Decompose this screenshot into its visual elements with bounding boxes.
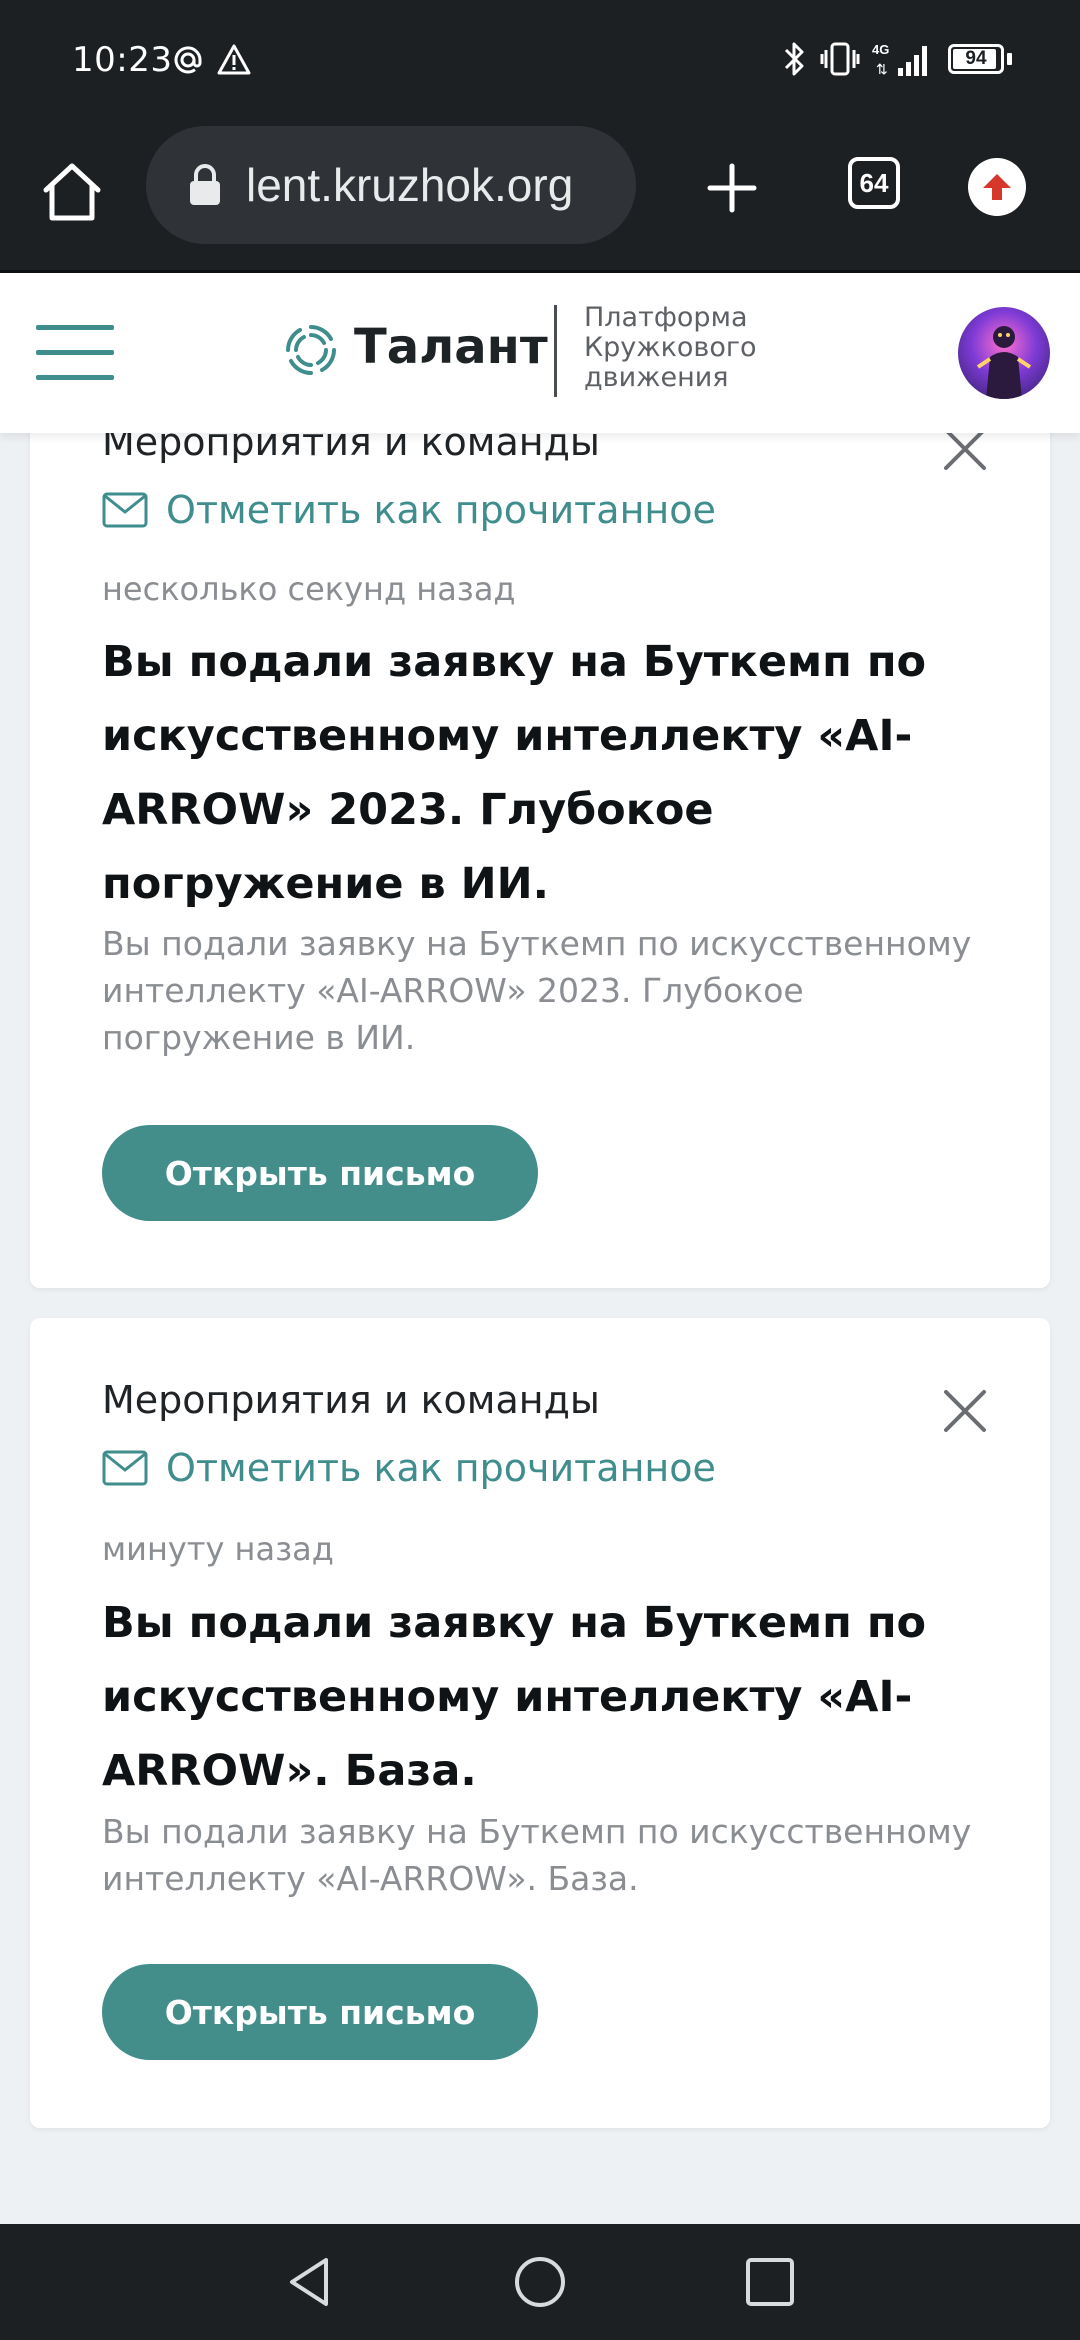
notification-card: Мероприятия и команды Отметить как прочи… xyxy=(30,380,1050,1288)
open-letter-label: Открыть письмо xyxy=(164,1153,476,1193)
notification-title: Вы подали заявку на Буткемп по искусстве… xyxy=(102,1598,927,1796)
update-arrow-icon xyxy=(983,174,1011,200)
signal-4g-icon: 4G ⇅ xyxy=(872,42,927,77)
tab-count: 64 xyxy=(859,167,889,198)
notification-time: минуту назад xyxy=(102,1530,334,1568)
notification-time: несколько секунд назад xyxy=(102,570,516,608)
battery-level: 94 xyxy=(965,48,987,69)
vibrate-icon xyxy=(820,42,860,76)
status-time: 10:23 xyxy=(72,40,173,80)
logo-tagline: Платформа Кружкового движения xyxy=(584,302,757,393)
notification-body: Вы подали заявку на Буткемп по искусстве… xyxy=(102,924,972,1057)
notification-card: Мероприятия и команды Отметить как прочи… xyxy=(30,1318,1050,2128)
site-header: Талант Платформа Кружкового движения xyxy=(0,273,1080,433)
url-text: lent.kruzhok.org xyxy=(246,159,574,211)
mark-as-read-link[interactable]: Отметить как прочитанное xyxy=(102,488,716,532)
status-right-icons: 4G ⇅ 94 xyxy=(782,40,1012,78)
battery-tip xyxy=(1007,53,1012,65)
at-sign-icon xyxy=(174,46,202,74)
lock-icon xyxy=(190,164,220,205)
talant-logo-icon[interactable] xyxy=(282,321,340,379)
browser-toolbar: lent.kruzhok.org 64 xyxy=(0,122,1080,273)
notification-title: Вы подали заявку на Буткемп по искусстве… xyxy=(102,637,927,909)
battery-icon: 94 xyxy=(948,44,1004,74)
mark-as-read-label: Отметить как прочитанное xyxy=(166,1446,716,1490)
status-bar: 10:23 4G ⇅ 94 xyxy=(0,0,1080,122)
home-icon[interactable] xyxy=(38,158,106,226)
svg-text:⇅: ⇅ xyxy=(876,61,888,77)
browser-update-button[interactable] xyxy=(968,158,1026,216)
open-letter-button[interactable]: Открыть письмо xyxy=(102,1125,538,1221)
recents-icon[interactable] xyxy=(742,2254,798,2310)
mail-icon xyxy=(102,1450,148,1486)
status-left-icons xyxy=(170,42,252,78)
logo-divider xyxy=(554,305,557,397)
menu-line xyxy=(36,350,114,355)
mark-as-read-link[interactable]: Отметить как прочитанное xyxy=(102,1446,716,1490)
bluetooth-icon xyxy=(784,42,804,76)
home-nav-icon[interactable] xyxy=(512,2254,568,2310)
menu-line xyxy=(36,325,114,330)
tab-switcher-button[interactable]: 64 xyxy=(848,157,900,209)
svg-text:4G: 4G xyxy=(872,42,889,57)
mark-as-read-label: Отметить как прочитанное xyxy=(166,488,716,532)
address-bar[interactable]: lent.kruzhok.org xyxy=(146,126,636,244)
avatar[interactable] xyxy=(958,307,1050,399)
close-icon[interactable] xyxy=(940,1386,990,1436)
open-letter-label: Открыть письмо xyxy=(164,1992,476,2032)
logo-name[interactable]: Талант xyxy=(354,319,548,375)
notification-category: Мероприятия и команды xyxy=(102,1378,600,1422)
new-tab-icon[interactable] xyxy=(700,156,764,220)
back-icon[interactable] xyxy=(282,2254,338,2310)
warning-icon xyxy=(217,44,251,75)
menu-button[interactable] xyxy=(36,325,116,381)
open-letter-button[interactable]: Открыть письмо xyxy=(102,1964,538,2060)
system-nav-bar xyxy=(0,2224,1080,2340)
notification-body: Вы подали заявку на Буткемп по искусстве… xyxy=(102,1812,972,1898)
menu-line xyxy=(36,375,114,380)
avatar-image xyxy=(976,326,1032,399)
mail-icon xyxy=(102,492,148,528)
